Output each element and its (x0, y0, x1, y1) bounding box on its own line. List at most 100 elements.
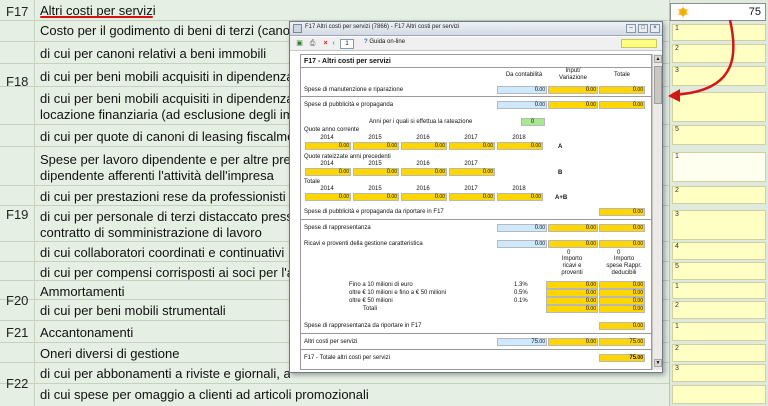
divider (301, 333, 651, 334)
value-cell[interactable]: 2 (672, 301, 766, 319)
year-label: 2015 (368, 186, 382, 192)
scroll-up-icon[interactable]: ▲ (654, 55, 662, 63)
maximize-button[interactable]: □ (638, 24, 648, 33)
label-lavoro-dipendente: Spese per lavoro dipendente e per altre … (40, 152, 290, 167)
year-amount-field[interactable]: 0.00 (449, 168, 495, 176)
label-compensi-soci: di cui per compensi corrisposti ai soci … (40, 265, 290, 280)
value-cell[interactable]: 3 (672, 210, 766, 240)
year-label: 2017 (464, 186, 478, 192)
label-accantonamenti: Accantonamenti (40, 325, 134, 340)
year-amount-field[interactable]: 0.00 (353, 168, 399, 176)
manutenzione-contabilita[interactable]: 0.00 (497, 86, 547, 94)
chevron-left-icon[interactable]: ‹ (329, 39, 338, 48)
year-amount-field[interactable]: 0.00 (353, 142, 399, 150)
manutenzione-totale[interactable]: 0.00 (599, 86, 645, 94)
print-icon[interactable]: ⎙ (308, 39, 317, 48)
oltre10-spese[interactable]: 0.00 (599, 289, 645, 297)
scroll-thumb[interactable] (654, 66, 662, 104)
rappresentanza-totale[interactable]: 0.00 (599, 224, 645, 232)
fino10-spese[interactable]: 0.00 (599, 281, 645, 289)
value-cell[interactable]: 3 (672, 364, 766, 382)
label-altri-costi: Altri costi per servizi (304, 339, 358, 345)
col-header-importo-spese: Importo spese Rappr. deducibili (606, 256, 642, 276)
year-label: 2018 (512, 186, 526, 192)
label-totale-f17: F17 - Totale altri costi per servizi (304, 355, 390, 361)
year-amount-field[interactable]: 0.00 (497, 193, 543, 201)
save-icon[interactable]: ▣ (295, 39, 304, 48)
totali-ricavi[interactable]: 0.00 (546, 305, 598, 313)
year-amount-field[interactable]: 0.00 (449, 193, 495, 201)
value-cell[interactable]: 3 (672, 66, 766, 86)
minimize-button[interactable]: – (626, 24, 636, 33)
fino10-ricavi[interactable]: 0.00 (546, 281, 598, 289)
totale-f17-field[interactable]: 75.00 (599, 354, 645, 362)
value-cell[interactable]: 2 (672, 186, 766, 204)
label-locazione-finanziaria: locazione finanziaria (ad esclusione deg… (40, 107, 290, 122)
pubblicita-input[interactable]: 0.00 (548, 101, 598, 109)
pubblicita-contabilita[interactable]: 0.00 (497, 101, 547, 109)
ricavi-input[interactable]: 0.00 (548, 240, 598, 248)
oltre50-ricavi[interactable]: 0.00 (546, 297, 598, 305)
toolbar-yellow-field[interactable] (621, 39, 657, 48)
row-divider (0, 383, 669, 384)
value-cell[interactable]: 1 (672, 24, 766, 41)
rappresentanza-contabilita[interactable]: 0.00 (497, 224, 547, 232)
value-cell[interactable]: 2 (672, 44, 766, 63)
altri-costi-contabilita[interactable]: 75.00 (497, 338, 547, 346)
year-amount-field[interactable]: 0.00 (305, 193, 351, 201)
year-label: 2016 (416, 186, 430, 192)
window-icon (293, 24, 302, 33)
value-cell[interactable]: 2 (672, 344, 766, 362)
label-ricavi: Ricavi e proventi della gestione caratte… (304, 241, 423, 247)
oltre10-ricavi[interactable]: 0.00 (546, 289, 598, 297)
oltre50-spese[interactable]: 0.00 (599, 297, 645, 305)
value-cell[interactable]: 5 (672, 125, 766, 145)
label-anni-rateazione: Anni per i quali si effettua la rateazio… (369, 119, 473, 125)
scrollbar[interactable]: ▲ ▼ (652, 54, 662, 370)
label-oltre10: oltre € 10 milioni e fino a € 50 milioni (349, 290, 447, 296)
value-cell[interactable]: 5 (672, 262, 766, 280)
label-rapp-riportare: Spese di rappresentanza da riportare in … (304, 323, 422, 329)
label-manutenzione: Spese di manutenzione e riparazione (304, 87, 404, 93)
value-cell[interactable]: 1 (672, 152, 766, 182)
year-label: 2016 (416, 135, 430, 141)
altri-costi-input[interactable]: 0.00 (548, 338, 598, 346)
year-label: 2016 (416, 161, 430, 167)
pub-riportare-field[interactable]: 0.00 (599, 208, 645, 216)
rappresentanza-input[interactable]: 0.00 (548, 224, 598, 232)
code-f17: F17 (6, 4, 29, 19)
year-amount-field[interactable]: 0.00 (497, 142, 543, 150)
year-amount-field[interactable]: 0.00 (353, 193, 399, 201)
manutenzione-input[interactable]: 0.00 (548, 86, 598, 94)
anni-rateazione-field[interactable]: 0 (521, 118, 545, 126)
ricavi-contabilita[interactable]: 0.00 (497, 240, 547, 248)
scroll-down-icon[interactable]: ▼ (654, 359, 662, 367)
pubblicita-totale[interactable]: 0.00 (599, 101, 645, 109)
value-cell[interactable]: 4 (672, 242, 766, 260)
label-oltre50: oltre € 50 milioni (349, 298, 393, 304)
year-amount-field[interactable]: 0.00 (401, 142, 447, 150)
close-button[interactable]: × (650, 24, 660, 33)
code-column-divider (34, 0, 35, 406)
year-amount-field[interactable]: 0.00 (305, 142, 351, 150)
value-cell[interactable] (672, 385, 766, 404)
year-amount-field[interactable]: 0.00 (401, 193, 447, 201)
value-cell[interactable]: 4 (672, 92, 766, 122)
rapp-riportare-field[interactable]: 0.00 (599, 322, 645, 330)
toolbar: ▣ ⎙ × ‹ 1 ? Guida on-line (290, 37, 662, 51)
value-cell[interactable]: 1 (672, 322, 766, 341)
value-cell[interactable]: 1 (672, 282, 766, 299)
label-beni-strumentali: di cui per beni mobili strumentali (40, 303, 226, 318)
totali-spese[interactable]: 0.00 (599, 305, 645, 313)
year-amount-field[interactable]: 0.00 (305, 168, 351, 176)
year-amount-field[interactable]: 0.00 (449, 142, 495, 150)
percent-fino10: 1.3% (514, 282, 528, 288)
year-label: 2017 (464, 161, 478, 167)
altri-costi-totale[interactable]: 75.00 (599, 338, 645, 346)
ricavi-totale[interactable]: 0.00 (599, 240, 645, 248)
row-letter-a: A (558, 144, 563, 150)
help-link[interactable]: ? Guida on-line (364, 39, 405, 45)
year-amount-field[interactable]: 0.00 (401, 168, 447, 176)
page-number-field[interactable]: 1 (340, 39, 354, 49)
title-bar[interactable]: F17 Altri costi per servizi (7866) - F17… (290, 22, 662, 36)
